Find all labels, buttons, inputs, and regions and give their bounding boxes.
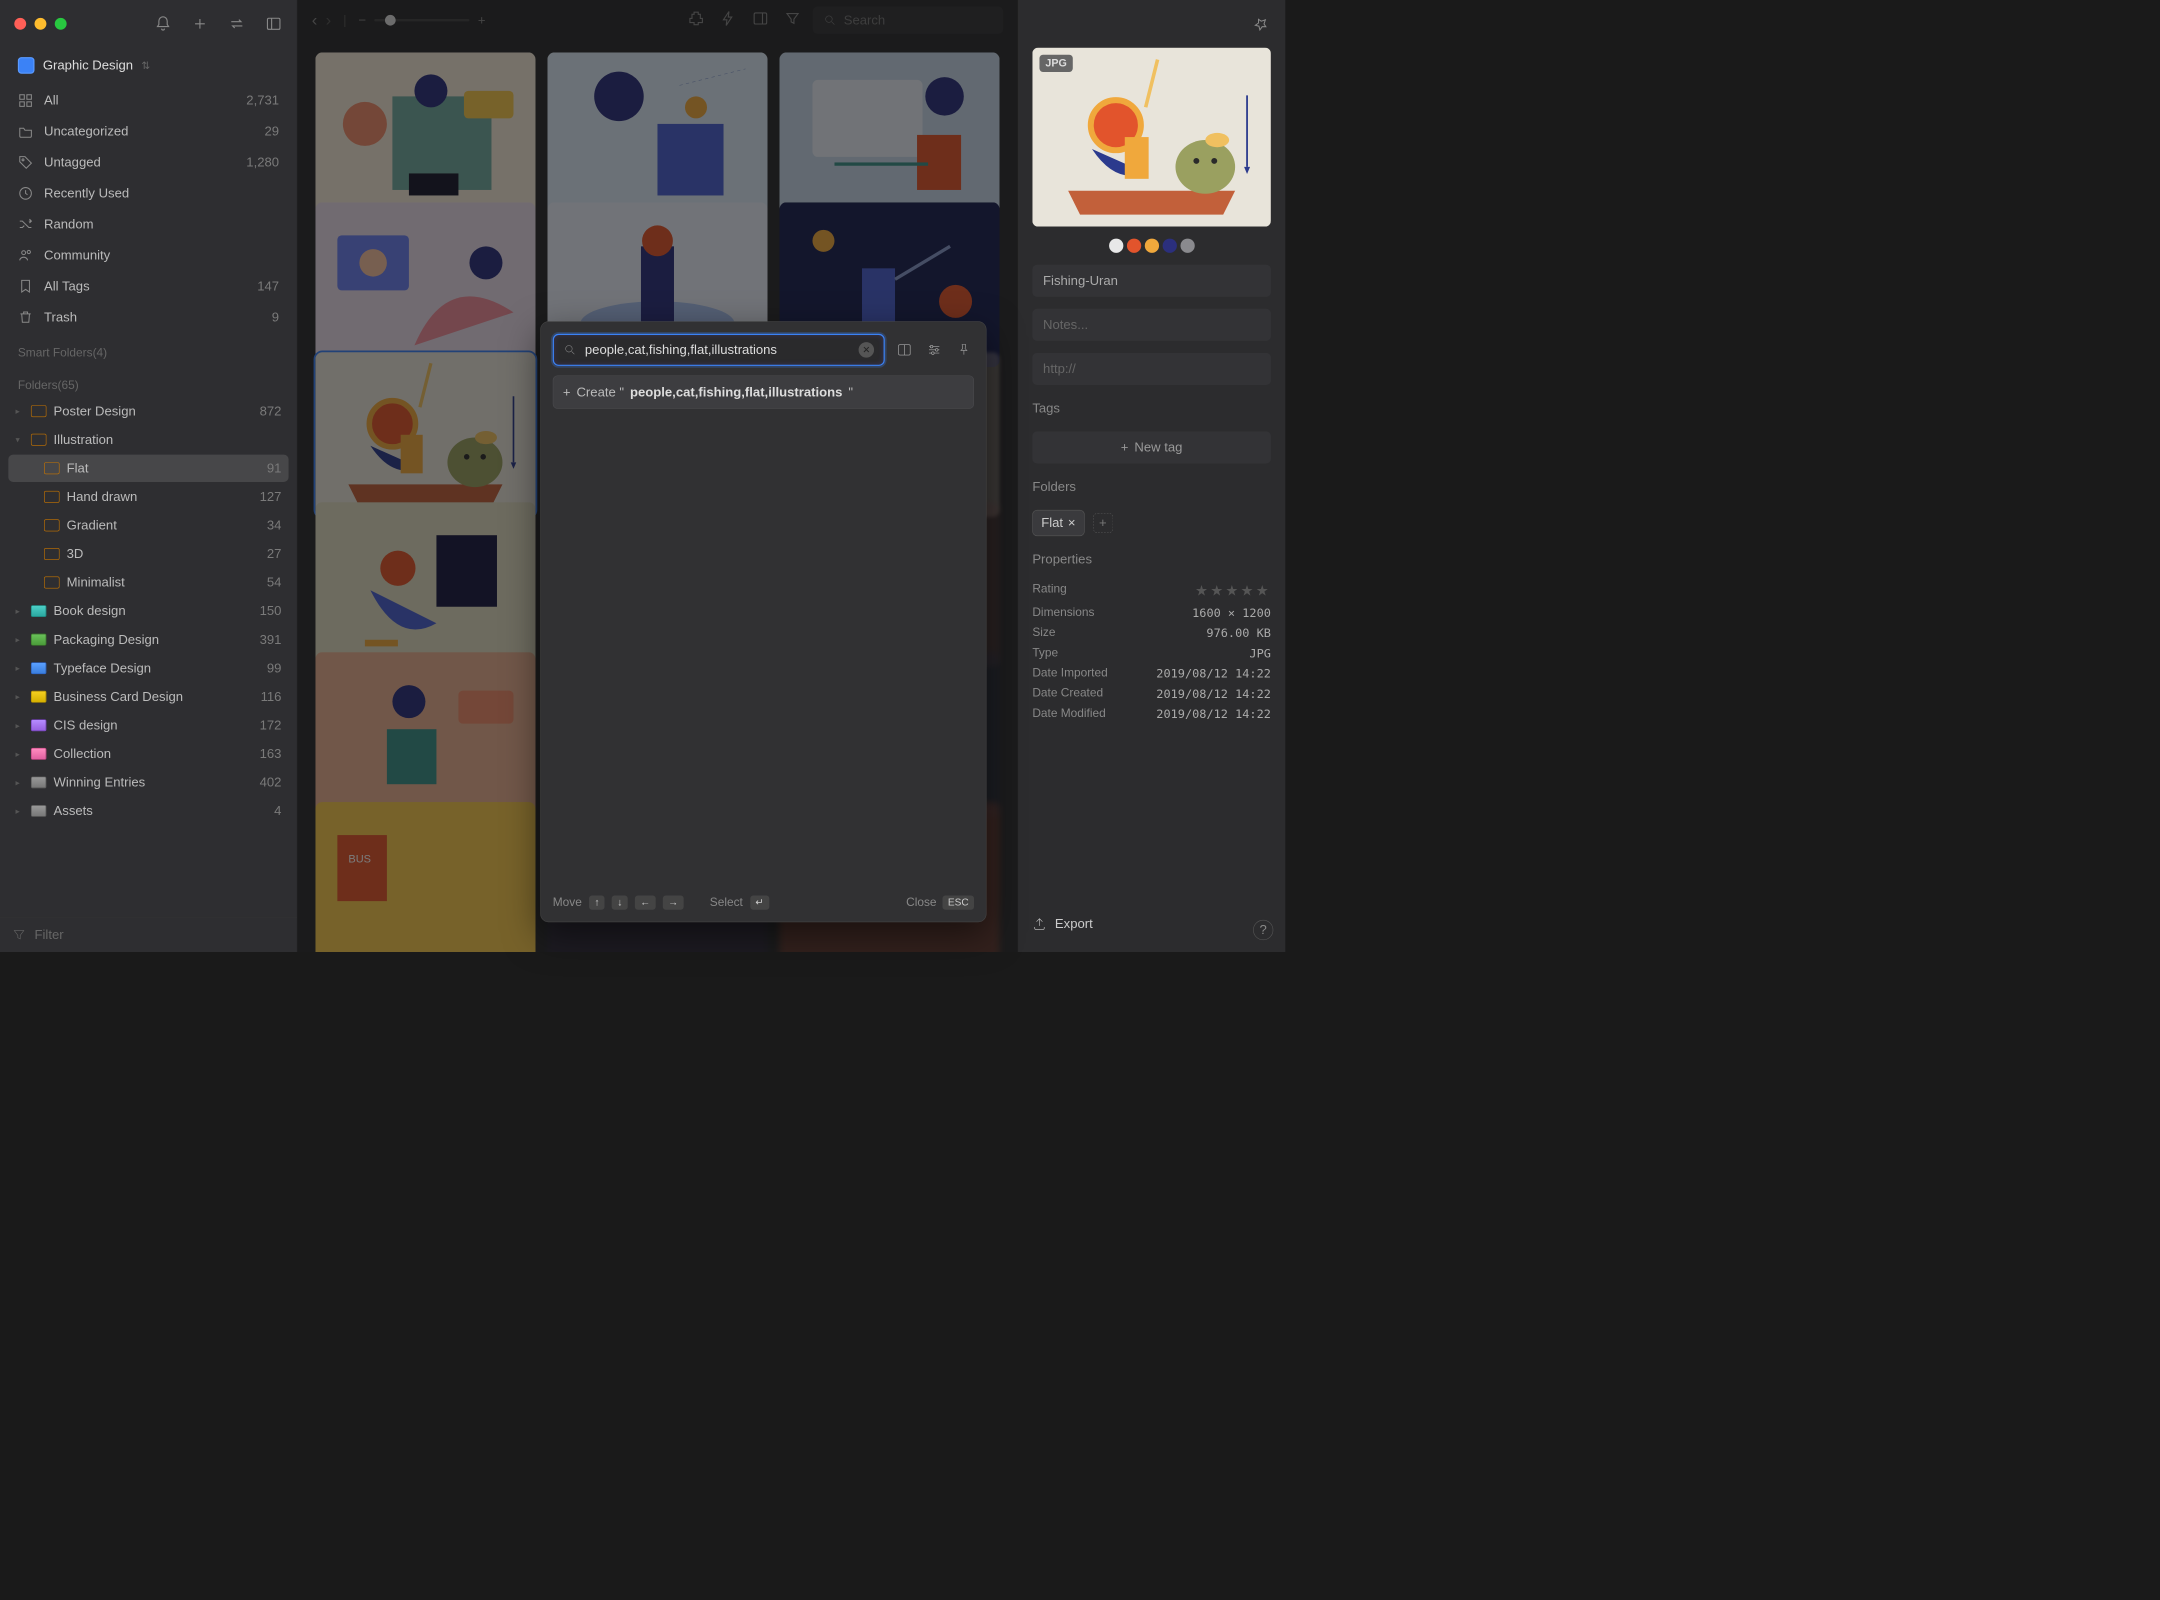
folder-assets[interactable]: ▸Assets4 — [8, 797, 288, 824]
key-esc: ESC — [942, 895, 974, 909]
prop-date-created: Date Created2019/08/12 14:22 — [1032, 686, 1271, 700]
notes-field[interactable]: Notes... — [1032, 309, 1271, 341]
folders-label: Folders — [1032, 475, 1271, 498]
create-tag-row[interactable]: + Create "people,cat,fishing,flat,illust… — [553, 375, 974, 408]
tag-popup: ✕ + Create "people,cat,fishing,flat,illu… — [540, 321, 986, 922]
sidebar-item-uncategorized[interactable]: Uncategorized29 — [8, 117, 288, 147]
sidebar-item-all[interactable]: All2,731 — [8, 86, 288, 116]
prop-type: TypeJPG — [1032, 646, 1271, 660]
export-button[interactable]: Export — [1032, 908, 1271, 940]
sidebar-item-trash[interactable]: Trash9 — [8, 302, 288, 332]
plus-icon[interactable] — [192, 15, 209, 35]
clear-input-button[interactable]: ✕ — [859, 342, 874, 357]
key-enter: ↵ — [750, 895, 769, 909]
filter-bar[interactable]: Filter — [0, 917, 297, 952]
maximize-window[interactable] — [55, 18, 67, 30]
key-right: → — [663, 895, 684, 909]
filter-icon — [12, 928, 26, 942]
tag-input[interactable] — [585, 342, 850, 357]
url-field[interactable]: http:// — [1032, 353, 1271, 385]
prop-dimensions: Dimensions1600 × 1200 — [1032, 606, 1271, 620]
folder-poster-design[interactable]: ▸Poster Design872 — [8, 397, 288, 424]
color-swatch[interactable] — [1144, 238, 1158, 252]
color-swatch[interactable] — [1180, 238, 1194, 252]
add-folder-button[interactable]: + — [1093, 513, 1113, 533]
sidebar-item-all-tags[interactable]: All Tags147 — [8, 271, 288, 301]
smart-folders-header[interactable]: Smart Folders(4) — [0, 332, 297, 365]
popup-footer: Move ↑ ↓ ← → Select ↵ Close ESC — [553, 895, 974, 909]
color-swatch[interactable] — [1162, 238, 1176, 252]
close-label[interactable]: Close — [906, 896, 936, 910]
filter-placeholder: Filter — [35, 927, 64, 942]
library-switcher[interactable]: Graphic Design ⇅ — [0, 48, 297, 86]
remove-icon[interactable]: × — [1068, 515, 1076, 530]
folder-collection[interactable]: ▸Collection163 — [8, 740, 288, 767]
subfolder-hand-drawn[interactable]: Hand drawn127 — [8, 483, 288, 510]
chevron-updown-icon: ⇅ — [141, 59, 150, 71]
sidebar-item-random[interactable]: Random — [8, 209, 288, 239]
folder-winning-entries[interactable]: ▸Winning Entries402 — [8, 769, 288, 796]
plus-icon: + — [563, 384, 571, 399]
search-icon — [563, 343, 576, 356]
sidebar-item-community[interactable]: Community — [8, 240, 288, 270]
title-field[interactable]: Fishing-Uran — [1032, 265, 1271, 297]
panel-icon[interactable] — [894, 340, 914, 360]
library-icon — [18, 57, 35, 74]
key-up: ↑ — [589, 895, 605, 909]
color-swatch[interactable] — [1127, 238, 1141, 252]
subfolder-flat[interactable]: Flat91 — [8, 455, 288, 482]
folder-packaging-design[interactable]: ▸Packaging Design391 — [8, 626, 288, 653]
settings-icon[interactable] — [924, 340, 944, 360]
folder-cis-design[interactable]: ▸CIS design172 — [8, 712, 288, 739]
folders-header[interactable]: Folders(65) — [0, 365, 297, 398]
prop-rating: Rating★★★★★ — [1032, 582, 1271, 599]
swap-icon[interactable] — [228, 15, 245, 35]
help-button[interactable]: ? — [1253, 920, 1273, 940]
subfolder-3d[interactable]: 3D27 — [8, 540, 288, 567]
sidebar-item-recently-used[interactable]: Recently Used — [8, 179, 288, 209]
sidebar: Graphic Design ⇅ All2,731Uncategorized29… — [0, 0, 298, 952]
preview-image[interactable]: JPG — [1032, 48, 1271, 227]
color-swatches — [1032, 238, 1271, 252]
subfolder-minimalist[interactable]: Minimalist54 — [8, 569, 288, 596]
prop-date-imported: Date Imported2019/08/12 14:22 — [1032, 666, 1271, 680]
tags-label: Tags — [1032, 397, 1271, 420]
library-name: Graphic Design — [43, 58, 133, 73]
key-down: ↓ — [612, 895, 628, 909]
export-icon — [1032, 917, 1046, 931]
folder-business-card-design[interactable]: ▸Business Card Design116 — [8, 683, 288, 710]
sidebar-item-untagged[interactable]: Untagged1,280 — [8, 148, 288, 178]
color-swatch[interactable] — [1109, 238, 1123, 252]
subfolder-gradient[interactable]: Gradient34 — [8, 512, 288, 539]
minimize-window[interactable] — [35, 18, 47, 30]
close-window[interactable] — [14, 18, 26, 30]
pin-icon[interactable] — [954, 340, 974, 360]
properties-label: Properties — [1032, 548, 1271, 571]
prop-date-modified: Date Modified2019/08/12 14:22 — [1032, 707, 1271, 721]
sidebar-toggle-icon[interactable] — [265, 15, 282, 35]
folder-illustration[interactable]: ▾Illustration — [8, 426, 288, 453]
new-tag-button[interactable]: +New tag — [1032, 431, 1271, 463]
folder-typeface-design[interactable]: ▸Typeface Design99 — [8, 655, 288, 682]
folder-book-design[interactable]: ▸Book design150 — [8, 597, 288, 624]
prop-size: Size976.00 KB — [1032, 626, 1271, 640]
format-badge: JPG — [1039, 55, 1072, 72]
window-controls — [14, 18, 66, 30]
tag-input-wrapper[interactable]: ✕ — [553, 334, 885, 366]
inspector: JPG Fishing-Uran Notes... http:// Tags +… — [1017, 0, 1285, 952]
bell-icon[interactable] — [155, 15, 172, 35]
key-left: ← — [635, 895, 656, 909]
folder-chip[interactable]: Flat× — [1032, 510, 1084, 536]
